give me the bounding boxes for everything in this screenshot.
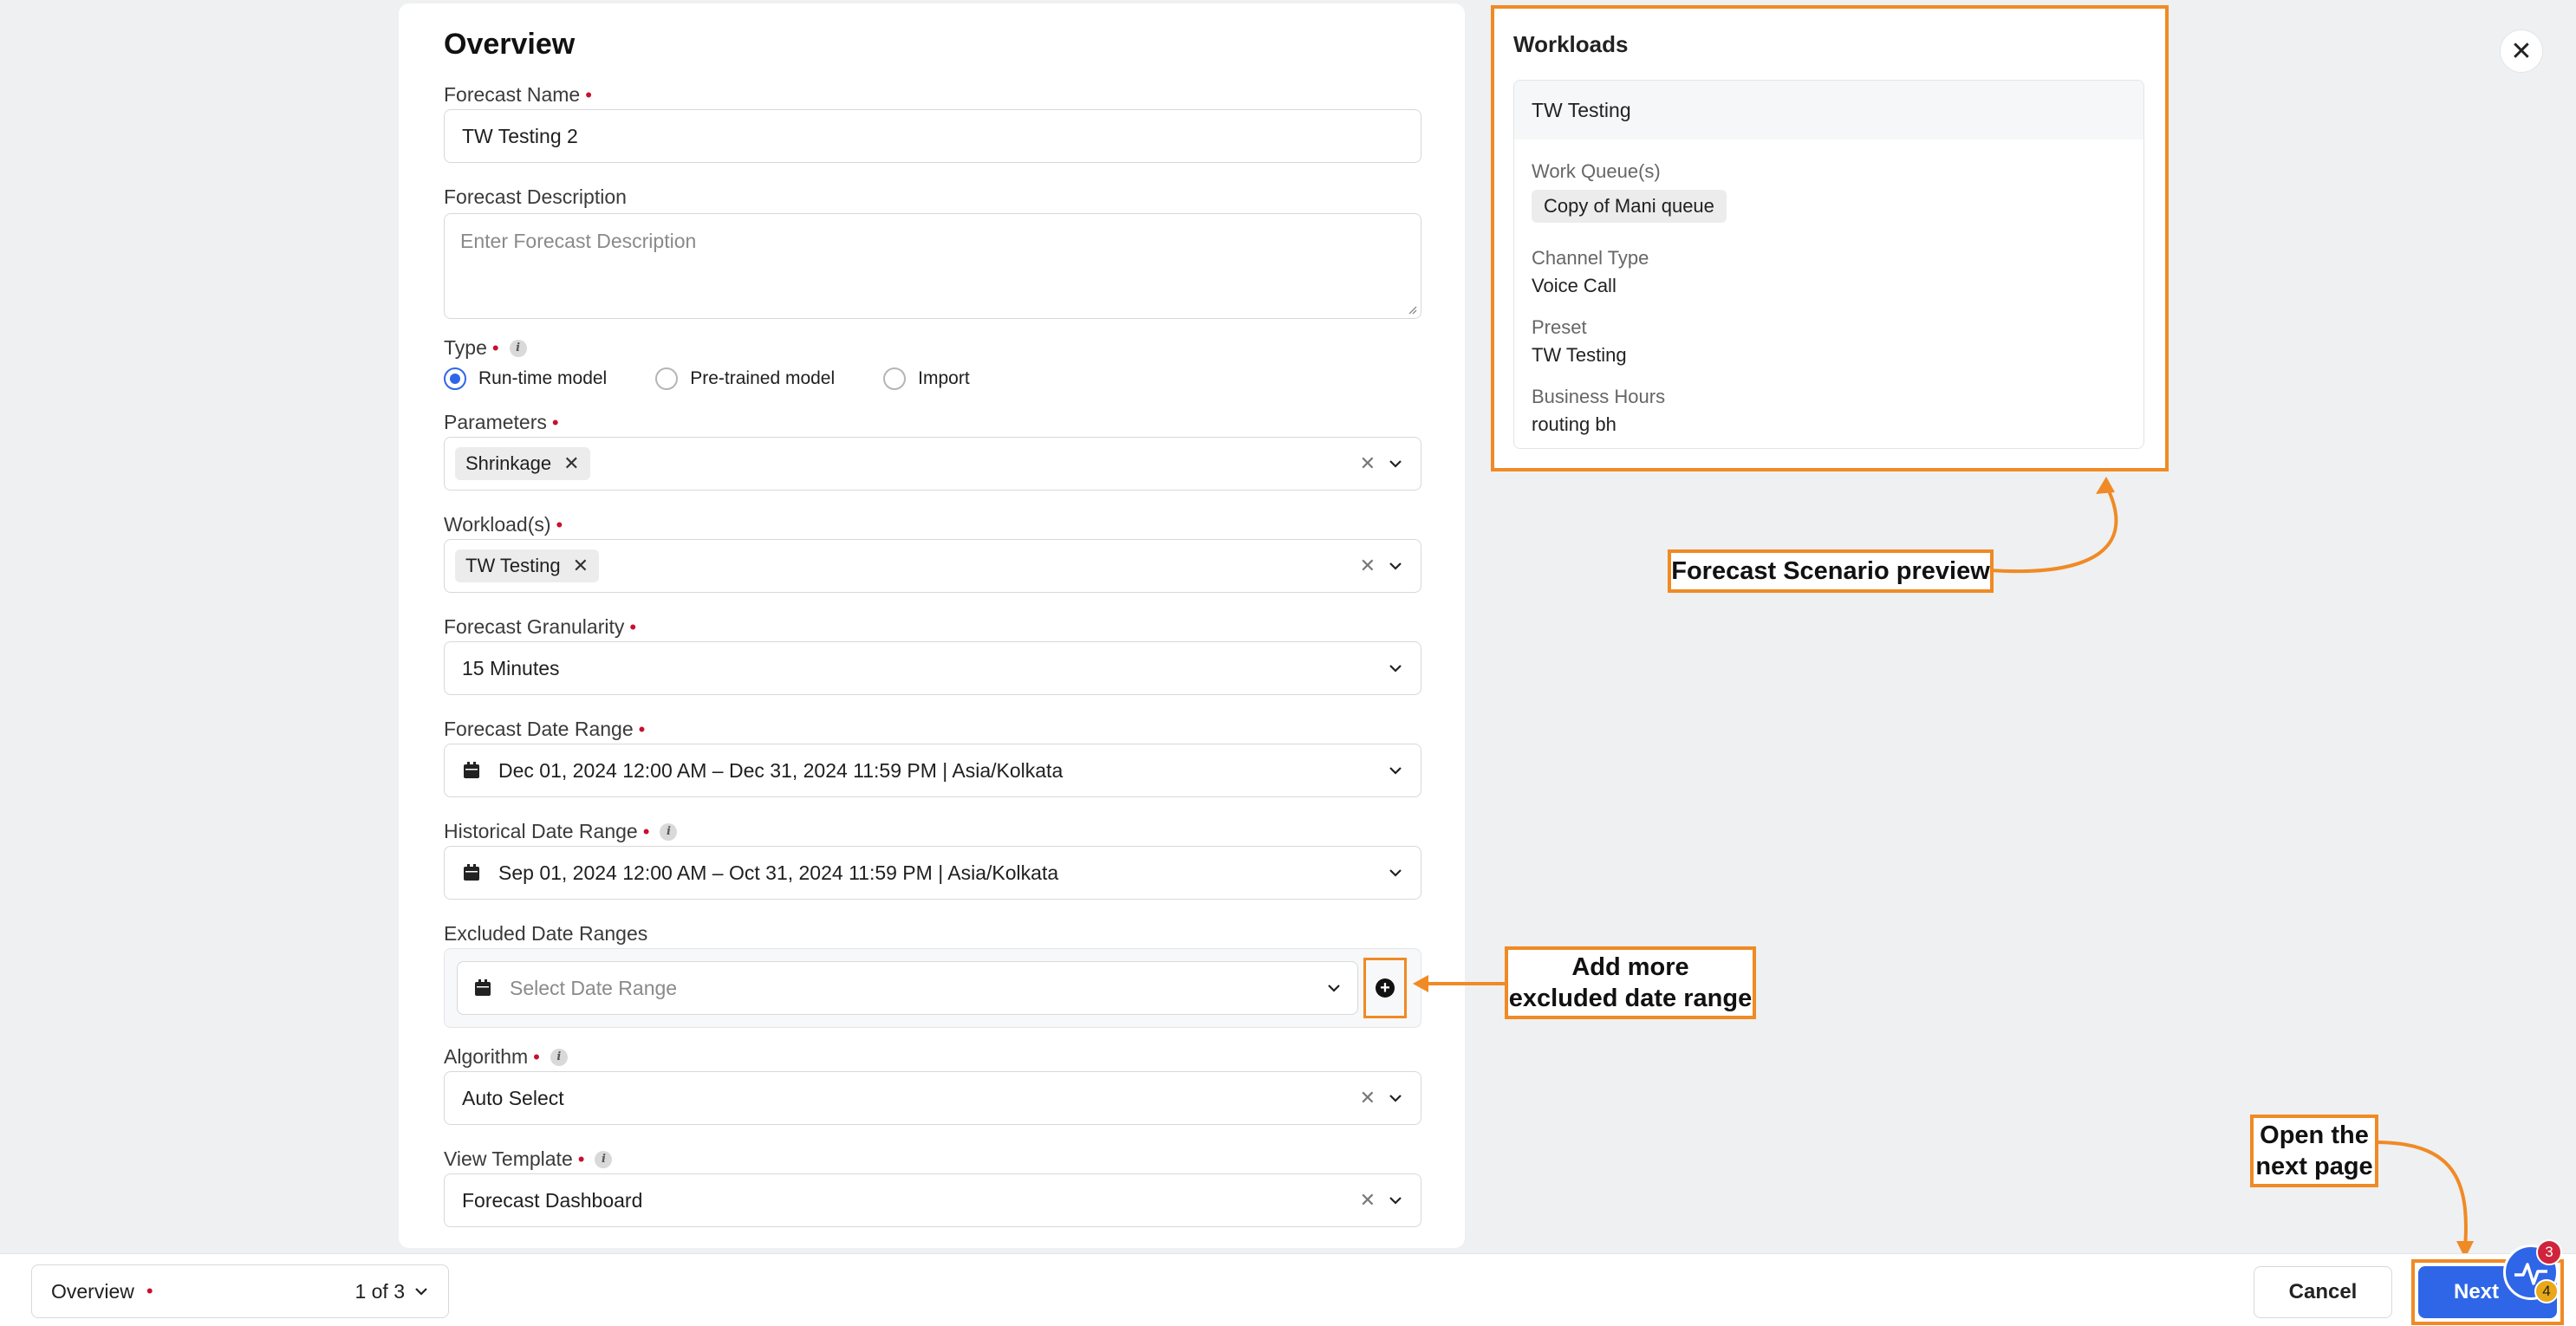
callout-next: Open the next page (2250, 1115, 2378, 1187)
arrow-next (2374, 1141, 2468, 1249)
callout-add-more: Add more excluded date range (1505, 946, 1756, 1019)
annotation-arrows (1413, 477, 2474, 1258)
step-selector[interactable]: Overview • 1 of 3 (31, 1264, 449, 1318)
arrowhead-preview (2096, 477, 2115, 494)
notification-badge-red: 3 (2536, 1239, 2562, 1265)
step-label: Overview (51, 1279, 134, 1303)
footer-bar: Overview • 1 of 3 Cancel Next (0, 1253, 2576, 1326)
chevron-down-icon (415, 1288, 427, 1296)
next-button-label: Next (2453, 1280, 2500, 1303)
callout-next-line1: Open the (2260, 1121, 2369, 1149)
arrow-preview (1989, 484, 2118, 574)
cancel-button[interactable]: Cancel (2254, 1266, 2392, 1318)
callout-next-line2: next page (2255, 1153, 2373, 1180)
callout-add-more-line2: excluded date range (1508, 985, 1753, 1012)
callout-add-more-line1: Add more (1571, 953, 1689, 981)
callout-preview: Forecast Scenario preview (1668, 549, 1994, 593)
notification-badge-yellow: 4 (2534, 1279, 2559, 1303)
step-count: 1 of 3 (355, 1279, 405, 1303)
arrowhead-add-more (1413, 975, 1428, 992)
